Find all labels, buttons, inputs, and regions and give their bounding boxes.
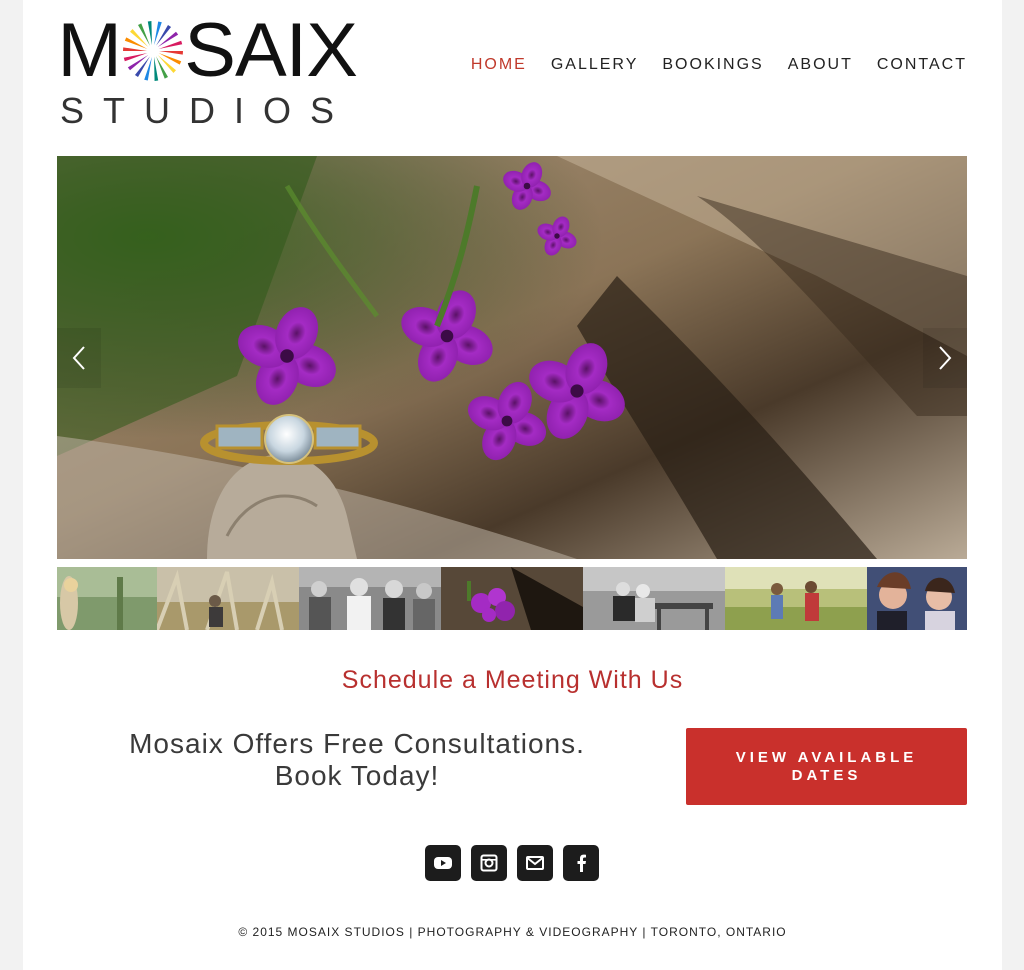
- youtube-icon: [434, 857, 452, 869]
- instagram-link[interactable]: [471, 845, 507, 881]
- thumb-couple-bench-bw[interactable]: [583, 567, 725, 630]
- email-link[interactable]: [517, 845, 553, 881]
- thumb-friends-laughing[interactable]: [867, 567, 967, 630]
- thumb-woman-forest[interactable]: [57, 567, 157, 630]
- footer-text: © 2015 MOSAIX STUDIOS | PHOTOGRAPHY & VI…: [238, 925, 787, 939]
- cta-label: VIEW AVAILABLE DATES: [735, 748, 918, 784]
- nav-bookings[interactable]: BOOKINGS: [662, 56, 763, 74]
- facebook-icon: [577, 854, 586, 872]
- thumb-couple-grass[interactable]: [157, 567, 299, 630]
- facebook-link[interactable]: [563, 845, 599, 881]
- instagram-icon: [480, 854, 498, 872]
- logo-wordmark: M SAIX: [57, 8, 359, 93]
- email-icon: [526, 856, 544, 870]
- nav-home[interactable]: HOME: [471, 56, 527, 74]
- social-links: [425, 845, 599, 881]
- thumb-ring-flowers[interactable]: [441, 567, 583, 630]
- consultation-text: Mosaix Offers Free Consultations. Book T…: [77, 728, 637, 792]
- chevron-left-icon: [72, 346, 85, 370]
- nav-gallery[interactable]: GALLERY: [551, 56, 639, 74]
- page-container: M SAIX STUDIOS HOME GALLERY BOOKINGS ABO…: [23, 0, 1002, 970]
- logo-letters-saix: SAIX: [184, 8, 359, 93]
- consultation-line-1: Mosaix Offers Free Consultations.: [129, 728, 585, 759]
- logo-subtitle: STUDIOS: [60, 90, 354, 131]
- youtube-link[interactable]: [425, 845, 461, 881]
- nav-contact[interactable]: CONTACT: [877, 56, 967, 74]
- consultation-line-2: Book Today!: [274, 760, 440, 791]
- hero-image: [57, 156, 967, 559]
- chevron-right-icon: [939, 346, 952, 370]
- nav-about[interactable]: ABOUT: [788, 56, 853, 74]
- thumb-group-bw[interactable]: [299, 567, 441, 630]
- schedule-heading: Schedule a Meeting With Us: [341, 666, 684, 694]
- slider-next-button[interactable]: [923, 328, 967, 388]
- logo-letter-m: M: [57, 8, 122, 93]
- hero-slider[interactable]: [57, 156, 967, 559]
- thumb-couple-field[interactable]: [725, 567, 867, 630]
- main-nav: HOME GALLERY BOOKINGS ABOUT CONTACT: [447, 56, 967, 74]
- slider-thumbnails: [57, 567, 967, 630]
- site-logo[interactable]: M SAIX STUDIOS: [57, 8, 398, 132]
- logo-burst-icon: [123, 21, 184, 81]
- slider-prev-button[interactable]: [57, 328, 101, 388]
- view-available-dates-button[interactable]: VIEW AVAILABLE DATES: [686, 728, 967, 805]
